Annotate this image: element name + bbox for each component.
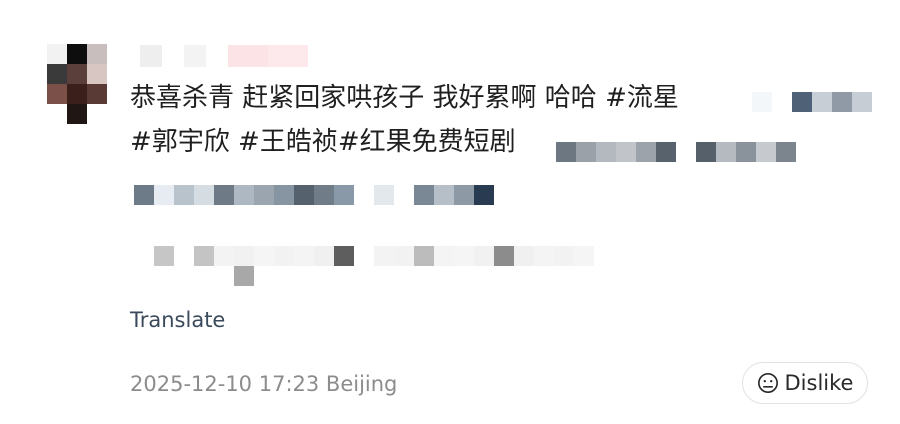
timestamp: 2025-12-10 17:23 Beijing (130, 372, 398, 396)
redacted-text (154, 246, 594, 266)
dislike-label: Dislike (784, 371, 854, 395)
comment-card: 恭喜杀青 赶紧回家哄孩子 我好累啊 哈哈 #流星 #郭宇欣 #王皓祯#红果免费短… (0, 0, 900, 424)
hashtag-link[interactable]: #流星 (605, 83, 679, 113)
redacted-text (134, 185, 494, 205)
username-redacted[interactable] (140, 45, 308, 67)
post-text: 恭喜杀青 赶紧回家哄孩子 我好累啊 哈哈 (130, 83, 606, 113)
post-text-line-1: 恭喜杀青 赶紧回家哄孩子 我好累啊 哈哈 #流星 (130, 80, 679, 116)
redacted-text (752, 92, 872, 112)
redacted-text (556, 142, 796, 162)
hashtag-links[interactable]: #郭宇欣 #王皓祯#红果免费短剧 (130, 127, 516, 157)
redacted-text (234, 266, 254, 286)
translate-link[interactable]: Translate (130, 306, 225, 334)
avatar[interactable] (47, 44, 107, 124)
dislike-button[interactable]: Dislike (742, 362, 868, 404)
frown-face-icon (757, 373, 778, 393)
post-text-line-2: #郭宇欣 #王皓祯#红果免费短剧 (130, 124, 516, 160)
